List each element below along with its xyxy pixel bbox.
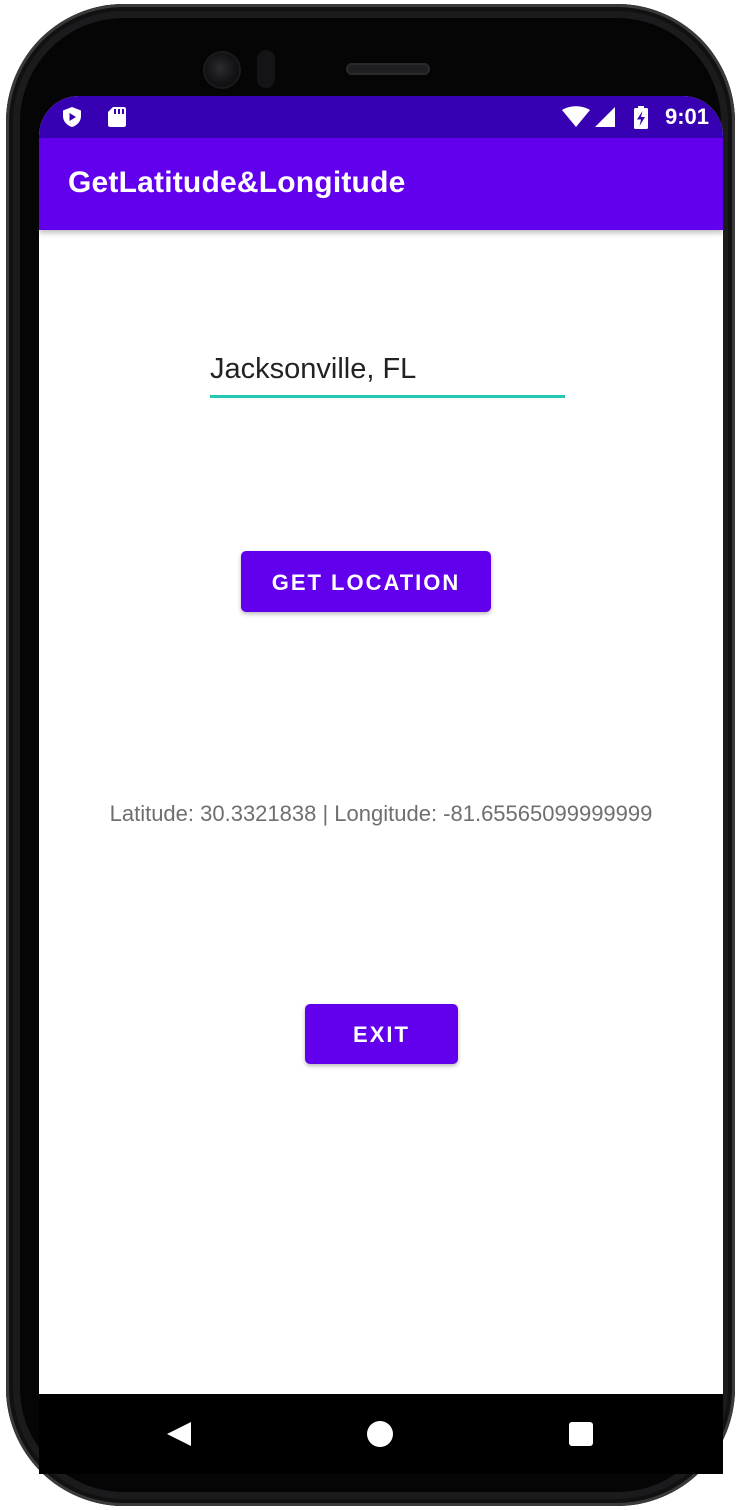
location-input[interactable] — [210, 344, 565, 394]
navigation-bar — [39, 1394, 723, 1474]
app-title: GetLatitude&Longitude — [68, 166, 406, 199]
shield-play-icon — [61, 106, 83, 128]
back-icon[interactable] — [167, 1422, 191, 1446]
cell-signal-icon — [594, 106, 616, 128]
get-location-button[interactable]: GET LOCATION — [241, 551, 491, 612]
recents-icon[interactable] — [569, 1422, 593, 1446]
app-screen: 9:01 GetLatitude&Longitude GET LOCATION … — [39, 96, 723, 1474]
location-input-field — [210, 344, 565, 400]
exit-button[interactable]: EXIT — [305, 1004, 458, 1064]
status-time: 9:01 — [664, 104, 709, 129]
coordinates-result: Latitude: 30.3321838 | Longitude: -81.65… — [109, 801, 653, 826]
status-bar: 9:01 — [39, 96, 723, 138]
battery-charging-icon — [633, 106, 649, 129]
home-icon[interactable] — [367, 1421, 393, 1447]
front-camera — [205, 53, 239, 87]
app-bar: GetLatitude&Longitude — [39, 138, 723, 230]
earpiece-speaker — [346, 63, 430, 75]
sd-card-icon — [107, 106, 129, 128]
proximity-sensor — [257, 50, 275, 88]
wifi-icon — [561, 106, 591, 128]
input-underline — [210, 395, 565, 398]
